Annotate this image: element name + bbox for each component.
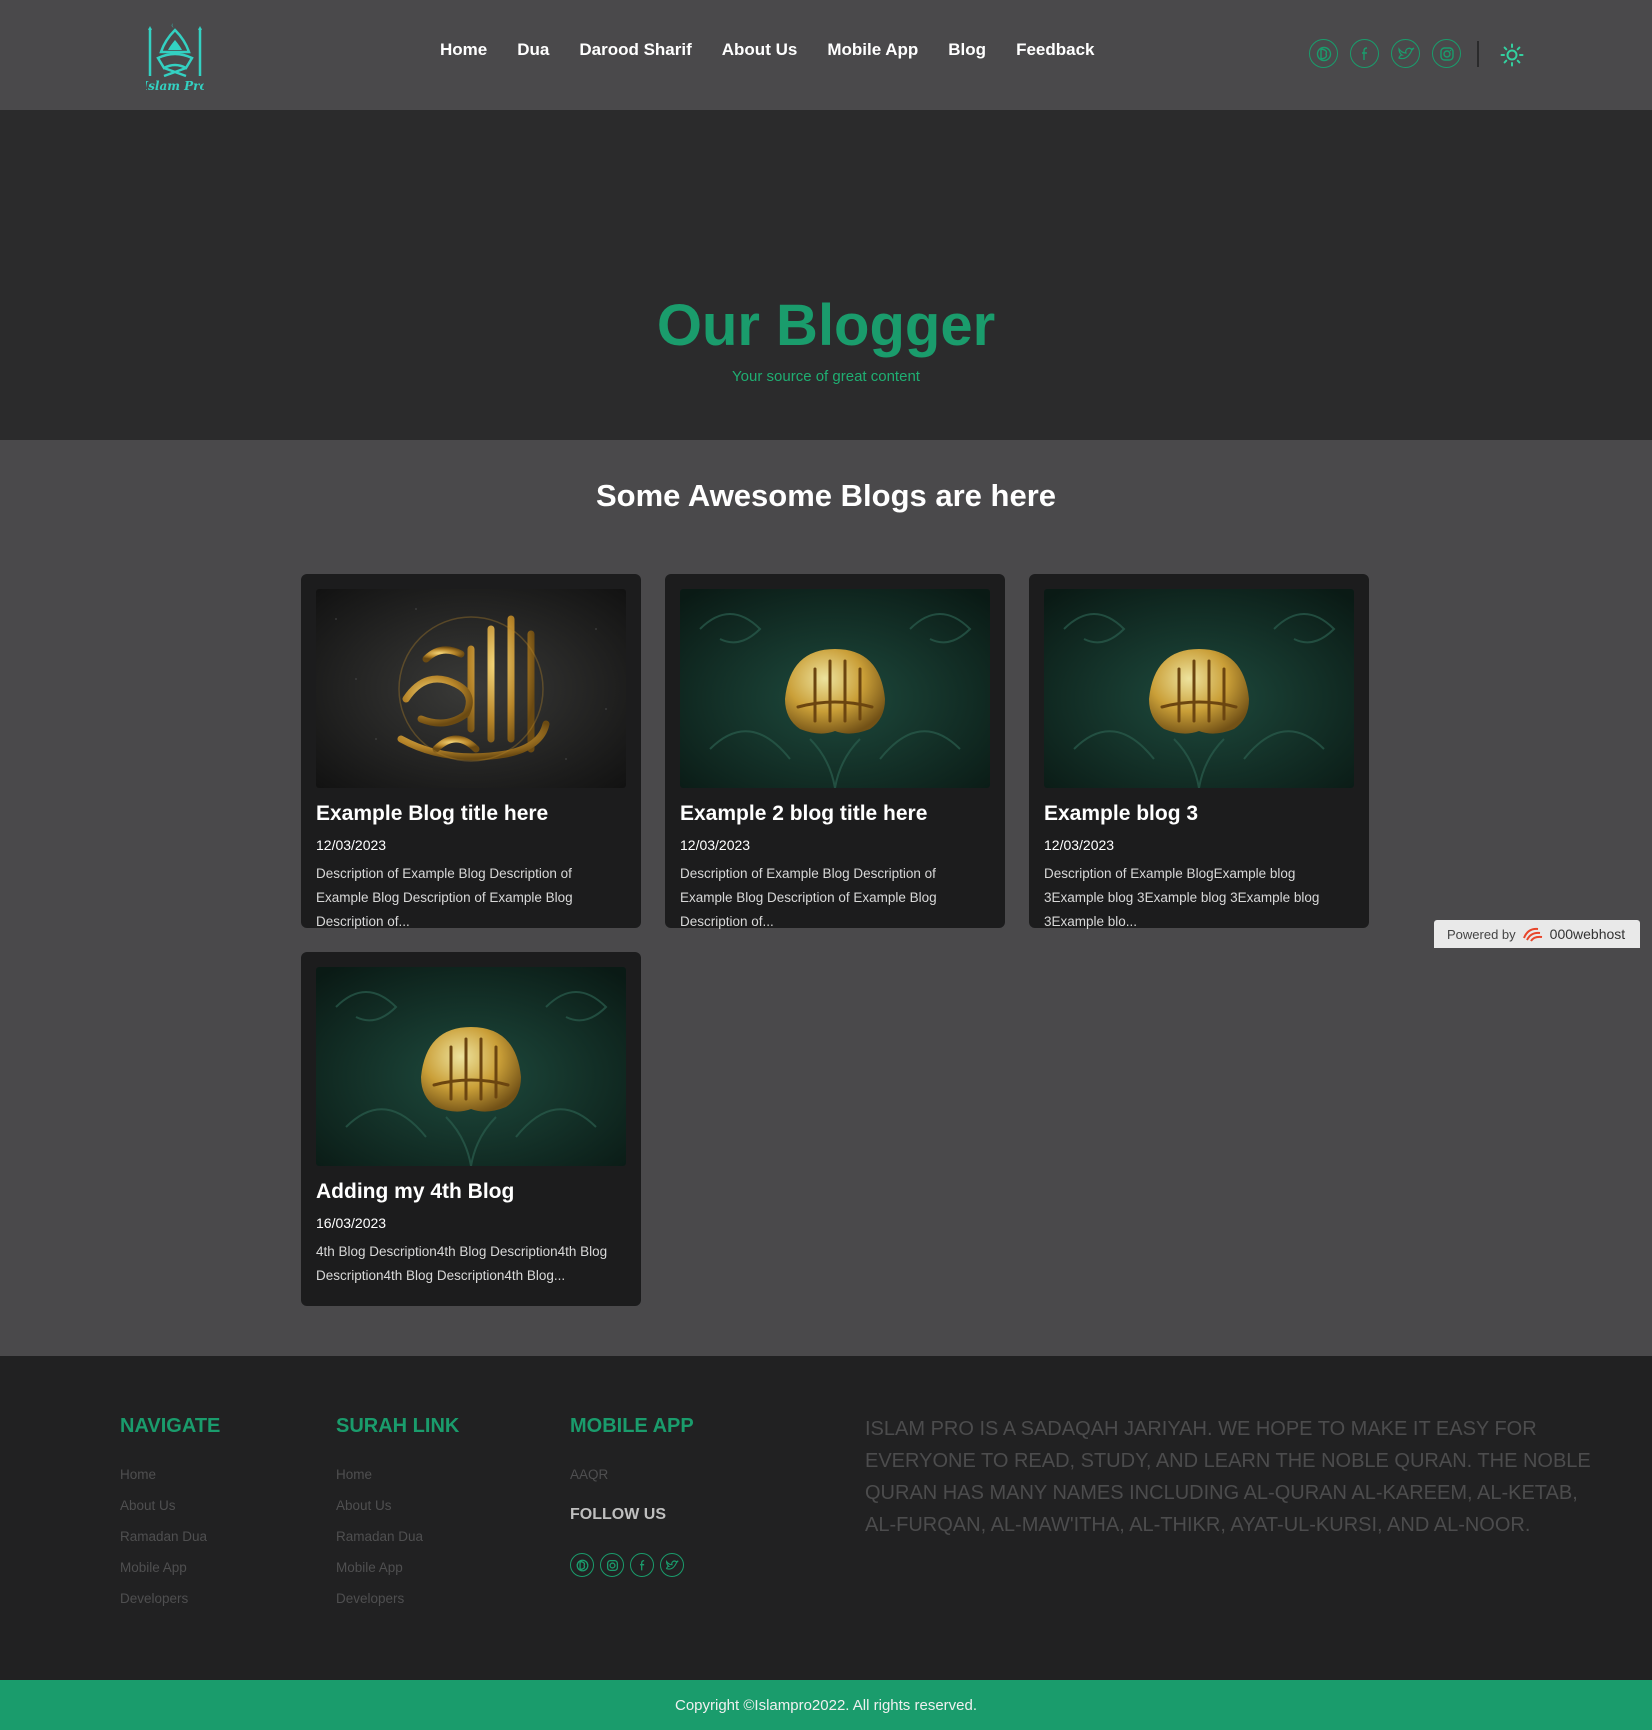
nav-blog[interactable]: Blog [948, 40, 986, 60]
blog-card[interactable]: Adding my 4th Blog 16/03/2023 4th Blog D… [301, 952, 641, 1306]
main-nav: Home Dua Darood Sharif About Us Mobile A… [440, 40, 1125, 60]
footer-social-links [570, 1553, 684, 1577]
islam-pro-logo[interactable]: Islam Pro [146, 20, 204, 94]
nav-about-us[interactable]: About Us [722, 40, 798, 60]
blog-description: Description of Example Blog Description … [680, 866, 937, 929]
copyright-text: Copyright ©Islampro2022. All rights rese… [674, 1696, 978, 1714]
blog-date: 12/03/2023 [316, 837, 387, 853]
blog-thumbnail[interactable] [1044, 589, 1354, 788]
blog-card[interactable]: Example 2 blog title here 12/03/2023 Des… [665, 574, 1005, 929]
blog-thumbnail[interactable] [316, 589, 626, 788]
nav-home[interactable]: Home [440, 40, 487, 60]
blog-date: 16/03/2023 [316, 1215, 387, 1231]
powered-by-badge[interactable]: Powered by 000webhost [1434, 920, 1640, 948]
powered-by-label: Powered by [1447, 926, 1516, 942]
nav-mobile-app[interactable]: Mobile App [827, 40, 918, 60]
footer-nav-link-home[interactable]: Home [120, 1467, 156, 1482]
blog-title[interactable]: Adding my 4th Blog [316, 1180, 514, 1204]
blog-description: Description of Example Blog Description … [316, 866, 573, 929]
copyright-bar: Copyright ©Islampro2022. All rights rese… [0, 1680, 1652, 1730]
blogs-heading: Some Awesome Blogs are here [595, 478, 1057, 513]
twitter-icon[interactable] [660, 1553, 684, 1577]
blog-description: 4th Blog Description4th Blog Description… [316, 1244, 608, 1283]
footer-surah-link-mobile-app[interactable]: Mobile App [336, 1560, 403, 1575]
dribbble-icon[interactable] [1309, 39, 1338, 68]
hero-title: Our Blogger [656, 293, 996, 358]
facebook-icon[interactable] [1350, 39, 1379, 68]
footer-surah-link-about[interactable]: About Us [336, 1498, 392, 1513]
blog-description: Description of Example BlogExample blog … [1044, 866, 1320, 929]
footer-surah-link-ramadan-dua[interactable]: Ramadan Dua [336, 1529, 423, 1544]
facebook-icon[interactable] [630, 1553, 654, 1577]
footer-nav-link-ramadan-dua[interactable]: Ramadan Dua [120, 1529, 207, 1544]
blog-thumbnail[interactable] [316, 967, 626, 1166]
twitter-icon[interactable] [1391, 39, 1420, 68]
logo-text: Islam Pro [146, 79, 204, 93]
footer-surah-link-title: SURAH LINK [336, 1415, 460, 1437]
blog-title[interactable]: Example Blog title here [316, 802, 548, 826]
instagram-icon[interactable] [600, 1553, 624, 1577]
footer-surah-link-developers[interactable]: Developers [336, 1591, 404, 1606]
blog-card[interactable]: Example Blog title here 12/03/2023 Descr… [301, 574, 641, 929]
header-divider [1477, 41, 1479, 67]
footer-follow-us-title: FOLLOW US [570, 1506, 666, 1523]
footer-about-text: ISLAM PRO IS A SADAQAH JARIYAH. WE HOPE … [865, 1418, 1591, 1536]
footer-navigate-title: NAVIGATE [120, 1415, 221, 1437]
site-header: Islam Pro Home Dua Darood Sharif About U… [0, 0, 1652, 110]
blog-date: 12/03/2023 [680, 837, 751, 853]
nav-darood-sharif[interactable]: Darood Sharif [579, 40, 691, 60]
blog-title[interactable]: Example 2 blog title here [680, 802, 927, 826]
nav-feedback[interactable]: Feedback [1016, 40, 1094, 60]
blog-card[interactable]: Example blog 3 12/03/2023 Description of… [1029, 574, 1369, 929]
footer-mobile-app-link-aaqr[interactable]: AAQR [570, 1467, 608, 1482]
sun-icon[interactable] [1500, 43, 1524, 67]
footer-nav-link-about[interactable]: About Us [120, 1498, 176, 1513]
blog-title[interactable]: Example blog 3 [1044, 802, 1198, 826]
header-social-links [1309, 39, 1461, 68]
instagram-icon[interactable] [1432, 39, 1461, 68]
footer-mobile-app-title: MOBILE APP [570, 1415, 694, 1437]
hero-subtitle: Your source of great content [732, 368, 920, 385]
hero-banner: Our Blogger Your source of great content [0, 110, 1652, 440]
blog-thumbnail[interactable] [680, 589, 990, 788]
nav-dua[interactable]: Dua [517, 40, 549, 60]
footer-surah-link-home[interactable]: Home [336, 1467, 372, 1482]
footer-nav-link-mobile-app[interactable]: Mobile App [120, 1560, 187, 1575]
webhost-logo-icon [1522, 927, 1542, 942]
dribbble-icon[interactable] [570, 1553, 594, 1577]
blog-date: 12/03/2023 [1044, 837, 1115, 853]
powered-by-brand: 000webhost [1549, 926, 1626, 942]
footer-nav-link-developers[interactable]: Developers [120, 1591, 188, 1606]
